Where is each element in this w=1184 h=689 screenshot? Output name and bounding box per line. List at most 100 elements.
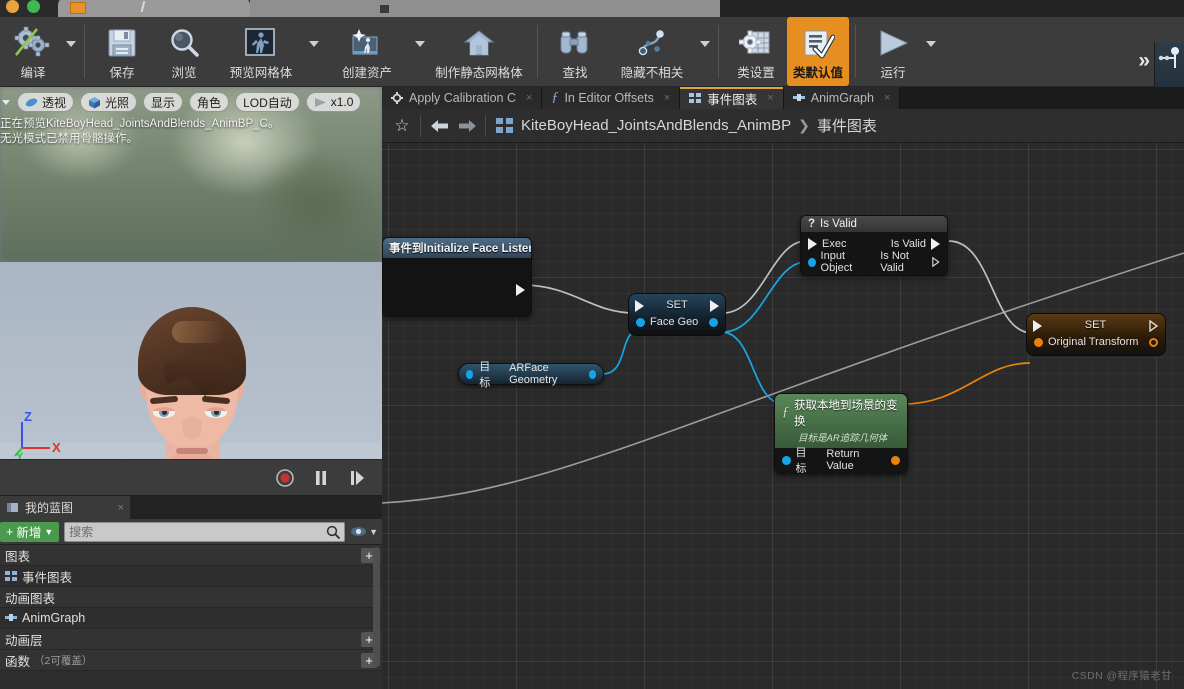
viewport-options-chevron-icon[interactable] [2,99,10,105]
search-input[interactable] [69,524,327,539]
my-blueprint-list[interactable]: 图表 + 事件图表 动画图表 AnimGraph 动画层 + 函数 （2可覆盖） [0,545,382,689]
record-button[interactable] [274,467,296,489]
target-in-pin[interactable] [782,455,791,465]
is-not-valid-out-pin[interactable] [931,256,940,268]
close-icon[interactable]: × [526,92,532,104]
my-blueprint-panel: 我的蓝图 × + 新增 ▼ ▼ 图表 + [0,495,382,689]
tab-animgraph[interactable]: AnimGraph × [783,87,901,109]
tab-in-editor-offsets[interactable]: ƒ In Editor Offsets × [542,87,681,109]
close-icon[interactable]: × [118,502,124,514]
pause-button[interactable] [310,467,332,489]
step-button[interactable] [346,467,368,489]
hide-unrelated-dropdown[interactable] [698,17,712,86]
play-button[interactable]: 运行 [862,17,924,86]
tab-event-graph[interactable]: 事件图表 × [680,87,784,109]
class-settings-label: 类设置 [737,66,775,80]
face-geo-out-pin[interactable] [709,317,718,327]
toolbar-overflow-button[interactable]: » [1138,49,1150,73]
class-defaults-icon [801,25,835,59]
browse-button[interactable]: 浏览 [153,17,215,86]
exec-out-pin[interactable] [1149,319,1159,332]
node-event-initialize-face-listeners[interactable]: 事件到Initialize Face Listeners [382,237,532,317]
viewport-lod-button[interactable]: LOD自动 [235,92,300,112]
exec-out-pin[interactable] [516,284,525,296]
class-defaults-button[interactable]: 类默认值 [787,17,849,86]
tab-label: In Editor Offsets [564,91,654,105]
node-set-face-geo[interactable]: SET Face Geo [628,293,726,336]
close-icon[interactable]: × [664,92,670,104]
viewport-playrate-label: x1.0 [330,95,354,109]
list-item-label: AnimGraph [22,611,86,625]
variable-name-label: ARFace Geometry [509,362,558,386]
viewport-lit-button[interactable]: 光照 [80,92,138,112]
graph-panel: Apply Calibration C × ƒ In Editor Offset… [382,87,1184,689]
class-settings-button[interactable]: 类设置 [725,17,787,86]
face-geo-in-pin[interactable] [636,317,645,327]
value-out-pin[interactable] [588,369,596,379]
add-new-button[interactable]: + 新增 ▼ [0,521,60,542]
return-value-out-pin[interactable] [891,455,900,465]
section-anim-layers[interactable]: 动画层 + [0,629,382,650]
tabstrip-glyph [380,5,389,13]
original-transform-in-pin[interactable] [1034,337,1043,347]
viewport-perspective-button[interactable]: 透视 [17,92,75,112]
preview-mesh-button[interactable]: 预览网格体 [215,17,307,86]
pin-label: Is Valid [890,238,926,250]
node-get-local-to-world-transform[interactable]: ƒ 获取本地到场景的变换 目标是AR追踪几何体 目标 Return Value [774,393,908,474]
back-arrow-icon [430,119,448,132]
tab-my-blueprint[interactable]: 我的蓝图 × [0,496,130,519]
close-icon[interactable]: × [767,92,773,104]
exec-in-pin[interactable] [635,299,644,312]
preview-mesh-dropdown[interactable] [307,17,321,86]
viewport-character-button[interactable]: 角色 [189,92,230,112]
visibility-options-button[interactable]: ▼ [350,525,378,538]
graph-icon [689,92,702,103]
create-asset-dropdown[interactable] [413,17,427,86]
close-icon[interactable]: × [884,92,890,104]
function-icon: ƒ [551,90,559,105]
blueprint-canvas[interactable]: 事件到Initialize Face Listeners SET [382,143,1184,689]
create-asset-button[interactable]: 创建资产 [321,17,413,86]
viewport-show-button[interactable]: 显示 [143,92,184,112]
list-item-placeholder[interactable] [0,671,382,689]
save-button[interactable]: 保存 [91,17,153,86]
breadcrumb-leaf[interactable]: 事件图表 [817,115,877,136]
exec-in-pin[interactable] [1033,319,1042,332]
my-blueprint-scrollbar[interactable] [373,547,380,667]
blueprint-book-icon [7,503,18,512]
perspective-icon [25,98,38,106]
node-is-valid[interactable]: ? Is Valid Exec Is Valid Input Object Is… [800,215,948,276]
original-transform-out-pin[interactable] [1149,337,1158,347]
window-controls[interactable] [6,0,40,13]
browser-tab[interactable] [58,0,250,17]
list-item-animgraph[interactable]: AnimGraph [0,608,382,629]
breadcrumb: KiteBoyHead_JointsAndBlends_AnimBP ❯ 事件图… [496,115,877,136]
find-button[interactable]: 查找 [544,17,606,86]
hide-unrelated-button[interactable]: 隐藏不相关 [606,17,698,86]
breadcrumb-root[interactable]: KiteBoyHead_JointsAndBlends_AnimBP [521,117,791,134]
viewport-playrate-button[interactable]: x1.0 [305,92,362,112]
exec-in-pin[interactable] [808,238,817,250]
section-graphs[interactable]: 图表 + [0,545,382,566]
play-dropdown[interactable] [924,17,938,86]
my-blueprint-search[interactable] [64,521,346,542]
maximize-button[interactable] [27,0,40,13]
tab-apply-calibration[interactable]: Apply Calibration C × [382,87,543,109]
list-item-event-graph[interactable]: 事件图表 [0,566,382,587]
compile-dropdown[interactable] [64,17,78,86]
node-arface-geometry-getter[interactable]: 目标 ARFace Geometry [458,361,604,389]
navigate-forward-button[interactable] [453,113,481,139]
target-in-pin[interactable] [466,369,474,379]
section-anim-graphs[interactable]: 动画图表 [0,587,382,608]
make-static-mesh-button[interactable]: 制作静态网格体 [427,17,531,86]
minimize-button[interactable] [6,0,19,13]
compile-button[interactable]: 编译 [2,17,64,86]
exec-out-pin[interactable] [710,299,719,312]
navigate-back-button[interactable] [425,113,453,139]
is-valid-out-pin[interactable] [931,238,940,250]
input-object-pin[interactable] [808,257,816,267]
node-set-original-transform[interactable]: SET Original Transform [1026,313,1166,356]
section-functions[interactable]: 函数 （2可覆盖） + [0,650,382,671]
preview-viewport[interactable]: Z X Y [0,87,382,495]
favorite-button[interactable]: ☆ [388,113,416,139]
